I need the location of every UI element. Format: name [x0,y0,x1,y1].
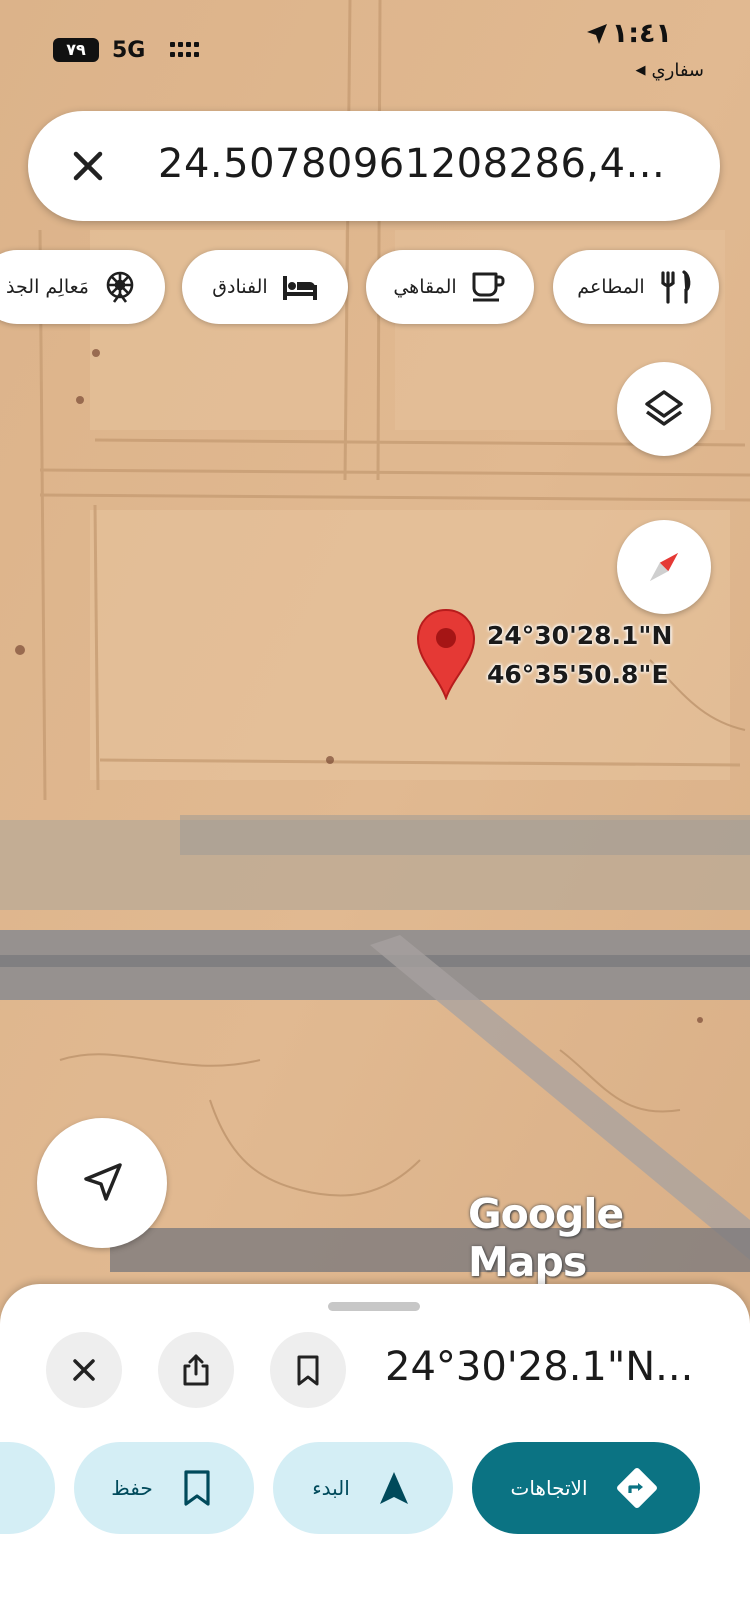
chip-restaurants[interactable]: المطاعم [553,250,719,324]
close-icon [73,1359,95,1381]
compass-button[interactable] [617,520,711,614]
compass-icon [649,552,679,582]
chip-label: مَعالِم الجذ [6,276,89,298]
chip-label: الفنادق [212,276,268,298]
coffee-icon [472,272,505,302]
place-title: 24°30'28.1"N... [385,1344,694,1390]
start-label: البدء [312,1476,350,1500]
close-icon[interactable] [58,136,118,196]
attractions-icon [106,271,134,303]
place-bottom-sheet[interactable]: 24°30'28.1"N... الاتجاهات البدء حفظ [0,1284,750,1623]
location-arrow-icon [587,24,607,44]
back-app-label: سفاري [651,60,704,81]
chip-attractions[interactable]: مَعالِم الجذ [0,250,165,324]
directions-button[interactable]: الاتجاهات [472,1442,700,1534]
back-to-app[interactable]: سفاري ◀ [636,60,704,81]
chip-label: المطاعم [577,276,645,298]
category-chips: المطاعم المقاهي الفنادق مَعالِم الجذ [0,250,750,326]
back-triangle-icon: ◀ [635,63,646,78]
battery-indicator: ٧٩ [53,38,99,62]
share-button[interactable] [158,1332,234,1408]
chip-hotels[interactable]: الفنادق [182,250,348,324]
status-bar: ٧٩ 5G ١:٤١ سفاري ◀ [0,0,750,96]
start-button[interactable]: البدء [273,1442,453,1534]
more-actions-button[interactable] [0,1442,55,1534]
pin-coordinates: 24°30'28.1"N 46°35'50.8"E [487,616,672,694]
location-pin-icon[interactable] [414,608,478,700]
save-label: حفظ [111,1476,153,1500]
navigate-icon [379,1472,408,1504]
drag-handle[interactable] [328,1302,420,1311]
directions-icon [616,1468,657,1508]
chip-cafes[interactable]: المقاهي [366,250,534,324]
hotel-icon [282,276,317,300]
directions-label: الاتجاهات [510,1476,588,1500]
google-maps-logo: Google Maps [468,1190,624,1286]
layers-button[interactable] [617,362,711,456]
bookmark-icon [297,1355,319,1386]
clock: ١:٤١ [611,18,672,49]
share-icon [183,1354,209,1386]
bookmark-icon [184,1470,210,1506]
pin-latitude: 24°30'28.1"N [487,621,673,650]
save-button[interactable]: حفظ [74,1442,254,1534]
restaurant-icon [661,270,691,304]
search-bar[interactable]: 24.50780961208286,4... [28,111,720,221]
network-type: 5G [112,38,146,63]
navigation-arrow-icon [84,1163,122,1201]
close-button[interactable] [46,1332,122,1408]
pin-longitude: 46°35'50.8"E [487,660,669,689]
my-location-button[interactable] [37,1118,167,1248]
signal-icon [170,40,199,62]
layers-icon [645,390,683,426]
save-icon-button[interactable] [270,1332,346,1408]
chip-label: المقاهي [393,276,457,298]
search-query[interactable]: 24.50780961208286,4... [158,141,698,187]
